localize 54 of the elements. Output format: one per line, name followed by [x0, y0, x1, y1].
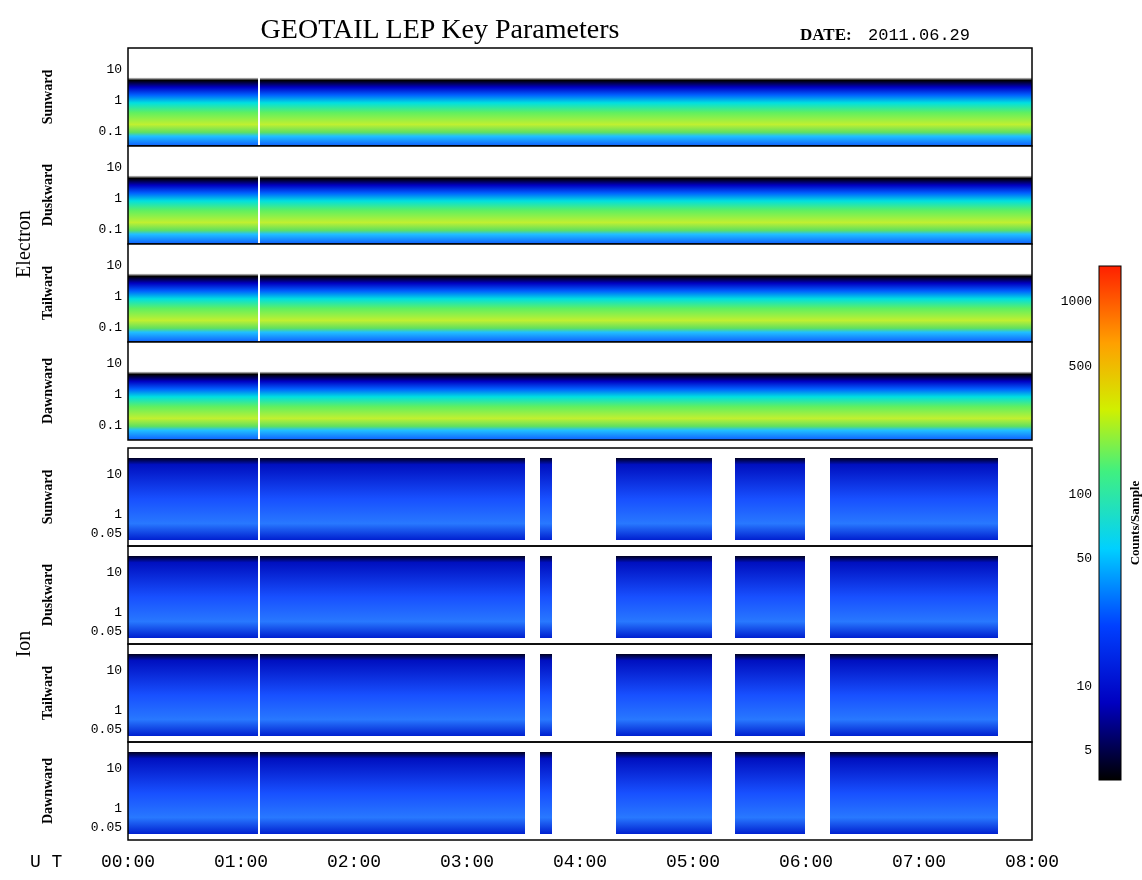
date-value: 2011.06.29	[868, 26, 971, 45]
panel-label: Dawnward	[40, 357, 55, 425]
y-tick-label: 0.05	[90, 526, 122, 542]
y-tick-label: 1	[114, 190, 122, 206]
y-tick-label: 0.1	[98, 222, 122, 238]
x-tick-label: 02:00	[327, 852, 381, 872]
plot-title: GEOTAIL LEP Key Parameters	[260, 13, 620, 44]
y-tick-label: 10	[106, 159, 122, 175]
y-tick-label: 1	[114, 92, 122, 108]
y-tick-label: 1	[114, 800, 122, 816]
y-tick-label: 1	[114, 506, 122, 522]
panel-label: Duskward	[40, 163, 55, 227]
x-tick-label: 01:00	[214, 852, 268, 872]
date-label: DATE:	[800, 25, 852, 44]
panel-label: Dawnward	[40, 757, 55, 825]
colorbar-tick-label: 100	[1068, 487, 1092, 502]
y-tick-label: 10	[106, 466, 122, 482]
colorbar-tick-label: 10	[1076, 679, 1092, 694]
y-tick-label: 1	[114, 288, 122, 304]
panel-label: Duskward	[40, 563, 55, 627]
y-tick-label: 0.1	[98, 418, 122, 434]
y-tick-label: 0.1	[98, 320, 122, 336]
y-tick-label: 1	[114, 702, 122, 718]
colorbar-tick-label: 500	[1068, 359, 1092, 374]
panel-label: Sunward	[40, 469, 55, 525]
colorbar-tick-label: 5	[1084, 743, 1092, 758]
panel-label: Sunward	[40, 69, 55, 125]
x-tick-label: 00:00	[101, 852, 155, 872]
colorbar-label: Counts/Sample	[1127, 480, 1142, 566]
x-tick-label: 08:00	[1005, 852, 1059, 872]
y-tick-label: 10	[106, 760, 122, 776]
y-tick-label: 1	[114, 386, 122, 402]
group-label: Electron	[12, 210, 34, 278]
x-tick-label: 05:00	[666, 852, 720, 872]
y-tick-label: 0.05	[90, 722, 122, 738]
y-tick-label: 10	[106, 61, 122, 77]
colorbar-tick-label: 1000	[1060, 294, 1092, 309]
y-tick-label: 10	[106, 564, 122, 580]
x-tick-label: 07:00	[892, 852, 946, 872]
x-axis-label: U T	[30, 852, 63, 872]
y-tick-label: 0.1	[98, 124, 122, 140]
x-tick-label: 03:00	[440, 852, 494, 872]
y-tick-label: 1	[114, 604, 122, 620]
y-tick-label: 10	[106, 257, 122, 273]
panel-label: Tailward	[40, 666, 55, 720]
y-tick-label: 10	[106, 355, 122, 371]
y-tick-label: 0.05	[90, 820, 122, 836]
y-tick-label: 10	[106, 662, 122, 678]
group-label: Ion	[12, 630, 34, 658]
x-tick-label: 04:00	[553, 852, 607, 872]
colorbar-tick-label: 50	[1076, 551, 1092, 566]
panel-label: Tailward	[40, 266, 55, 320]
y-tick-label: 0.05	[90, 624, 122, 640]
x-tick-label: 06:00	[779, 852, 833, 872]
